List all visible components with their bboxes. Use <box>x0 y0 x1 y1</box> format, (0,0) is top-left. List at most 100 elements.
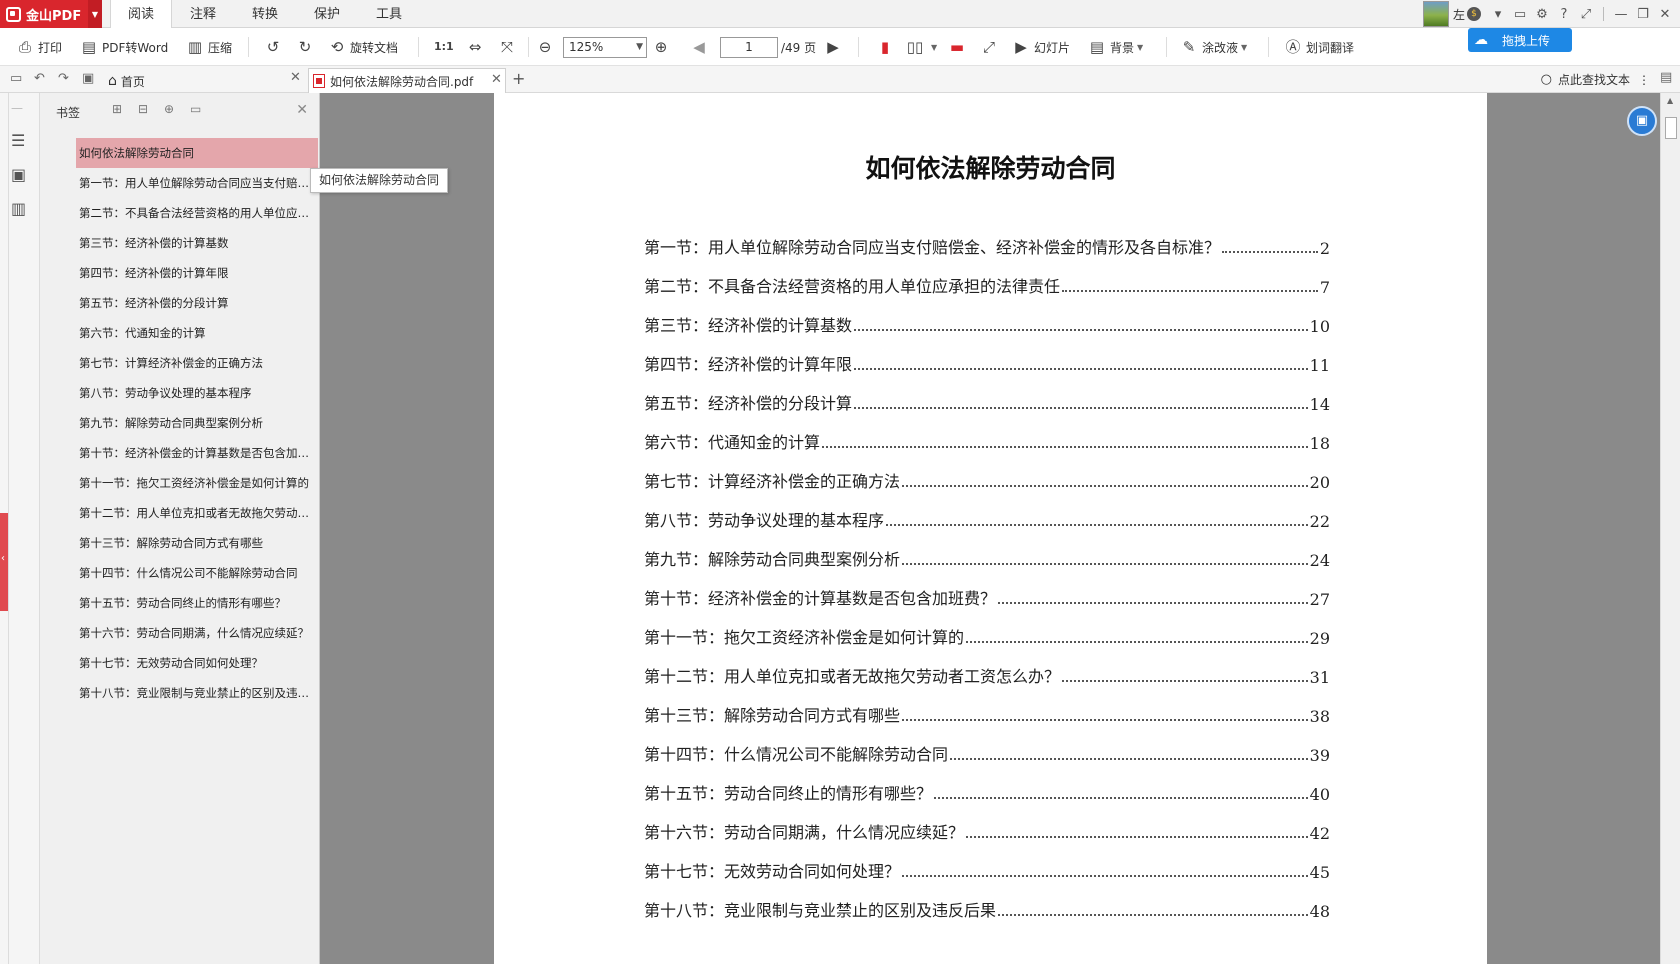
scroll-mode-button[interactable]: ▬ <box>948 37 970 57</box>
list-item[interactable]: 第八节：劳动争议处理的基本程序 <box>76 378 318 408</box>
fullscreen-icon[interactable]: ⤢ <box>1575 7 1597 22</box>
user-name[interactable]: 左 <box>1453 6 1465 23</box>
list-item[interactable]: 第十节：经济补偿金的计算基数是否包含加班费？ <box>76 438 318 468</box>
thumbnail-icon[interactable]: ▣ <box>11 165 26 184</box>
drag-upload-button[interactable]: ☁ 拖拽上传 <box>1468 28 1572 52</box>
toc-row[interactable]: 第十一节：拖欠工资经济补偿金是如何计算的 29 <box>644 609 1330 648</box>
rotate-right-button[interactable]: ↻ <box>296 37 318 57</box>
toc-row[interactable]: 第十四节：什么情况公司不能解除劳动合同 39 <box>644 726 1330 765</box>
zoom-select[interactable]: 125% ▼ <box>563 37 647 58</box>
rotate-left-button[interactable]: ↺ <box>264 37 286 57</box>
tab-home[interactable]: ⌂ 首页 <box>108 69 308 93</box>
avatar[interactable] <box>1422 1 1449 27</box>
background-button[interactable]: ▤ 背景 ▼ <box>1088 37 1143 57</box>
actual-size-button[interactable]: 1:1 <box>434 37 456 57</box>
drag-handle-icon[interactable]: — <box>11 101 23 115</box>
pdf-to-word-button[interactable]: ▤ PDF转Word <box>80 37 168 57</box>
tab-document[interactable]: 如何依法解除劳动合同.pdf ✕ <box>308 68 506 93</box>
list-item[interactable]: 第十五节：劳动合同终止的情形有哪些？ <box>76 588 318 618</box>
gear-icon[interactable]: ⚙ <box>1531 7 1553 22</box>
save-icon[interactable]: ▣ <box>82 71 94 86</box>
translate-button[interactable]: Ⓐ 划词翻译 <box>1284 37 1354 57</box>
floating-tool-button[interactable]: ▣ <box>1627 106 1657 136</box>
collapse-all-icon[interactable]: ⊟ <box>138 102 148 116</box>
open-folder-icon[interactable]: ▭ <box>10 71 22 86</box>
help-icon[interactable]: ? <box>1553 7 1575 22</box>
list-item[interactable]: 第二节：不具备合法经营资格的用人单位应承担的法律责任 <box>76 198 318 228</box>
close-icon[interactable]: ✕ <box>1654 7 1676 22</box>
add-bookmark-icon[interactable]: ⊕ <box>164 102 174 116</box>
add-tab-icon[interactable]: + <box>512 69 525 88</box>
toc-row[interactable]: 第十七节：无效劳动合同如何处理？ 45 <box>644 843 1330 882</box>
tab-read[interactable]: 阅读 <box>110 0 172 29</box>
list-item[interactable]: 第十八节：竞业限制与竞业禁止的区别及违反后果 <box>76 678 318 708</box>
toc-row[interactable]: 第十三节：解除劳动合同方式有哪些 38 <box>644 687 1330 726</box>
list-item[interactable]: 第十一节：拖欠工资经济补偿金是如何计算的 <box>76 468 318 498</box>
redo-icon[interactable]: ↷ <box>58 71 69 86</box>
zoom-in-button[interactable]: ⊕ <box>652 37 674 57</box>
toc-row[interactable]: 第九节：解除劳动合同典型案例分析 24 <box>644 531 1330 570</box>
scroll-up-icon[interactable]: ▲ <box>1667 96 1673 105</box>
message-icon[interactable]: ▭ <box>1509 7 1531 22</box>
print-button[interactable]: ⎙ 打印 <box>16 37 62 57</box>
toc-row[interactable]: 第三节：经济补偿的计算基数 10 <box>644 297 1330 336</box>
pdf-page[interactable]: 如何依法解除劳动合同 第一节：用人单位解除劳动合同应当支付赔偿金、经济补偿金的情… <box>494 93 1487 964</box>
fit-width-button[interactable]: ⇔ <box>466 37 488 57</box>
more-icon[interactable]: ⋮ <box>1638 73 1650 87</box>
toc-row[interactable]: 第十节：经济补偿金的计算基数是否包含加班费？ 27 <box>644 570 1330 609</box>
tab-annotate[interactable]: 注释 <box>172 0 234 28</box>
fit-page-button[interactable]: ⤧ <box>498 37 520 57</box>
list-item[interactable]: 第四节：经济补偿的计算年限 <box>76 258 318 288</box>
single-page-button[interactable]: ▮ <box>876 37 898 57</box>
annotation-list-icon[interactable]: ▥ <box>11 199 26 218</box>
double-page-button[interactable]: ▯▯ ▼ <box>906 37 937 57</box>
zoom-out-button[interactable]: ⊖ <box>536 37 558 57</box>
toc-row[interactable]: 第二节：不具备合法经营资格的用人单位应承担的法律责任 7 <box>644 258 1330 297</box>
toc-row[interactable]: 第十五节：劳动合同终止的情形有哪些？ 40 <box>644 765 1330 804</box>
tab-protect[interactable]: 保护 <box>296 0 358 28</box>
compress-button[interactable]: ▥ 压缩 <box>186 37 232 57</box>
slideshow-button[interactable]: ▶ 幻灯片 <box>1012 37 1070 57</box>
prev-page-button[interactable]: ◀ <box>690 37 712 57</box>
close-icon[interactable]: ✕ <box>296 102 308 118</box>
list-item[interactable]: 第十四节：什么情况公司不能解除劳动合同 <box>76 558 318 588</box>
bookmark-options-icon[interactable]: ▭ <box>190 102 201 116</box>
scrollbar-thumb[interactable] <box>1665 117 1677 139</box>
list-item[interactable]: 第十二节：用人单位克扣或者无故拖欠劳动者工资怎么办？ <box>76 498 318 528</box>
list-item[interactable]: 如何依法解除劳动合同 <box>76 138 318 168</box>
tab-list-icon[interactable]: ▤ <box>1660 70 1672 85</box>
toc-row[interactable]: 第五节：经济补偿的分段计算 14 <box>644 375 1330 414</box>
page-number-input[interactable]: 1 <box>720 37 778 58</box>
close-tab-icon[interactable]: ✕ <box>290 70 301 85</box>
list-item[interactable]: 第十三节：解除劳动合同方式有哪些 <box>76 528 318 558</box>
list-item[interactable]: 第十七节：无效劳动合同如何处理？ <box>76 648 318 678</box>
toc-row[interactable]: 第八节：劳动争议处理的基本程序 22 <box>644 492 1330 531</box>
toc-row[interactable]: 第一节：用人单位解除劳动合同应当支付赔偿金、经济补偿金的情形及各自标准？ 2 <box>644 219 1330 258</box>
toc-row[interactable]: 第六节：代通知金的计算 18 <box>644 414 1330 453</box>
minimize-icon[interactable]: — <box>1610 7 1632 22</box>
list-item[interactable]: 第九节：解除劳动合同典型案例分析 <box>76 408 318 438</box>
toc-row[interactable]: 第十六节：劳动合同期满，什么情况应续延？ 42 <box>644 804 1330 843</box>
app-menu-button[interactable]: 金山PDF ▼ <box>0 0 102 28</box>
undo-icon[interactable]: ↶ <box>34 71 45 86</box>
toc-row[interactable]: 第十八节：竞业限制与竞业禁止的区别及违反后果 48 <box>644 882 1330 921</box>
next-page-button[interactable]: ▶ <box>824 37 846 57</box>
list-item[interactable]: 第六节：代通知金的计算 <box>76 318 318 348</box>
vertical-scrollbar[interactable]: ▲ <box>1660 93 1680 964</box>
rotate-doc-button[interactable]: ⟲ 旋转文档 <box>328 37 398 57</box>
chevron-down-icon[interactable]: ▼ <box>88 0 102 28</box>
bookmark-list-icon[interactable]: ☰ <box>11 131 25 150</box>
toc-row[interactable]: 第十二节：用人单位克扣或者无故拖欠劳动者工资怎么办？ 31 <box>644 648 1330 687</box>
list-item[interactable]: 第五节：经济补偿的分段计算 <box>76 288 318 318</box>
toc-row[interactable]: 第七节：计算经济补偿金的正确方法 20 <box>644 453 1330 492</box>
find-text-button[interactable]: ○ 点此查找文本 ⋮ <box>1541 71 1650 88</box>
tab-convert[interactable]: 转换 <box>234 0 296 28</box>
skin-icon[interactable]: ▾ <box>1487 7 1509 22</box>
toc-row[interactable]: 第四节：经济补偿的计算年限 11 <box>644 336 1330 375</box>
fullscreen-button[interactable]: ⤢ <box>980 37 1002 57</box>
list-item[interactable]: 第一节：用人单位解除劳动合同应当支付赔偿金、经济补偿金的情形及各自标准？ <box>76 168 318 198</box>
tab-tools[interactable]: 工具 <box>358 0 420 28</box>
list-item[interactable]: 第十六节：劳动合同期满，什么情况应续延？ <box>76 618 318 648</box>
coin-icon[interactable]: $ <box>1467 7 1481 21</box>
close-tab-icon[interactable]: ✕ <box>491 72 502 87</box>
